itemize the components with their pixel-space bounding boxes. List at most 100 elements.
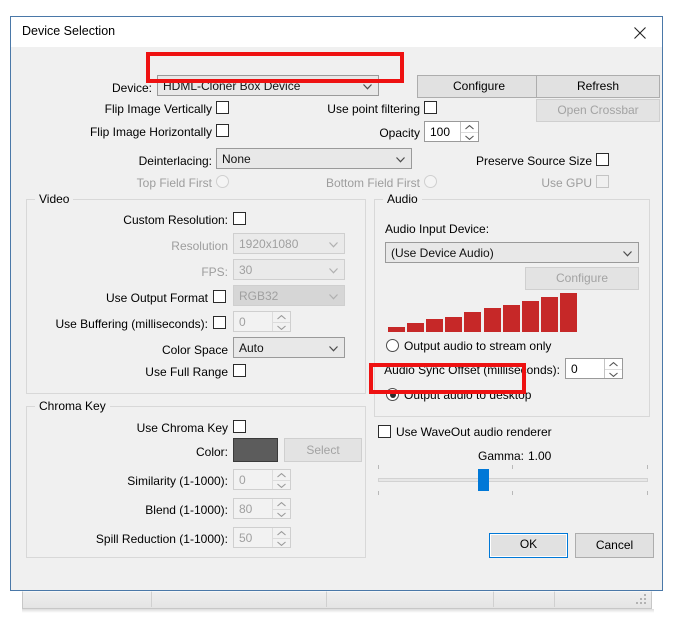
- gamma-slider-thumb[interactable]: [478, 469, 489, 491]
- fps-combobox[interactable]: 30: [233, 259, 345, 280]
- fps-value: 30: [239, 263, 253, 277]
- custom-resolution-checkbox[interactable]: [233, 212, 246, 225]
- audio-input-device-combobox[interactable]: (Use Device Audio): [385, 242, 639, 263]
- bottom-field-first-label: Bottom Field First: [325, 176, 420, 190]
- caret-down-icon: [277, 483, 286, 488]
- device-label: Device:: [111, 81, 152, 95]
- top-field-first-radio[interactable]: [216, 175, 229, 188]
- chevron-down-icon: [329, 268, 338, 274]
- blend-spinner-buttons[interactable]: [272, 499, 290, 518]
- flip-image-horizontally-label: Flip Image Horizontally: [89, 125, 212, 139]
- audio-meter-bar: [540, 297, 558, 332]
- audio-sync-offset-label: Audio Sync Offset (milliseconds):: [384, 363, 560, 377]
- chevron-down-icon: [329, 346, 338, 352]
- chroma-color-swatch[interactable]: [233, 438, 278, 462]
- spill-reduction-spinner[interactable]: 50: [233, 527, 291, 548]
- use-gpu-label: Use GPU: [541, 176, 592, 190]
- audio-input-device-value: (Use Device Audio): [391, 246, 494, 260]
- preserve-source-size-checkbox[interactable]: [596, 153, 609, 166]
- dialog-title-bar: Device Selection: [11, 17, 662, 47]
- ok-button[interactable]: OK: [489, 533, 568, 558]
- output-audio-stream-only-label: Output audio to stream only: [404, 339, 552, 353]
- blend-decrement-button[interactable]: [273, 509, 290, 519]
- buffering-spinner[interactable]: 0: [233, 311, 291, 332]
- audio-meter-bar: [502, 305, 520, 332]
- opacity-spinner-buttons[interactable]: [460, 122, 478, 141]
- similarity-decrement-button[interactable]: [273, 480, 290, 490]
- color-space-combobox[interactable]: Auto: [233, 337, 345, 358]
- cancel-button[interactable]: Cancel: [575, 533, 654, 558]
- configure-device-button[interactable]: Configure: [417, 75, 541, 98]
- flip-image-vertically-checkbox[interactable]: [216, 101, 229, 114]
- similarity-spinner[interactable]: 0: [233, 469, 291, 490]
- resolution-value: 1920x1080: [239, 237, 299, 251]
- flip-image-vertically-label: Flip Image Vertically: [104, 102, 212, 116]
- audio-meter-bar: [426, 319, 444, 332]
- refresh-devices-button[interactable]: Refresh: [536, 75, 660, 98]
- close-icon: [634, 27, 646, 39]
- output-format-value: RGB32: [239, 289, 279, 303]
- audio-sync-offset-value: 0: [571, 362, 578, 376]
- gamma-slider[interactable]: [378, 465, 648, 495]
- chevron-down-icon: [329, 242, 338, 248]
- chroma-color-label: Color:: [195, 445, 228, 459]
- audio-sync-offset-spinner[interactable]: 0: [565, 358, 623, 379]
- use-buffering-checkbox[interactable]: [213, 316, 226, 329]
- use-chroma-key-checkbox[interactable]: [233, 420, 246, 433]
- use-gpu-checkbox[interactable]: [596, 175, 609, 188]
- spill-reduction-value: 50: [239, 531, 253, 545]
- audio-configure-button[interactable]: Configure: [525, 267, 639, 290]
- similarity-spinner-buttons[interactable]: [272, 470, 290, 489]
- use-output-format-checkbox[interactable]: [213, 290, 226, 303]
- opacity-spinner[interactable]: 100: [424, 121, 479, 142]
- opacity-decrement-button[interactable]: [461, 132, 478, 142]
- audio-meter-bar: [559, 293, 577, 332]
- caret-down-icon: [465, 135, 474, 140]
- chroma-color-select-button[interactable]: Select: [284, 438, 362, 462]
- caret-up-icon: [277, 502, 286, 507]
- output-audio-stream-only-radio[interactable]: [386, 339, 399, 352]
- gamma-label: Gamma:: [478, 449, 525, 463]
- spill-reduction-decrement-button[interactable]: [273, 538, 290, 548]
- status-bar-separator: [493, 591, 494, 607]
- blend-spinner[interactable]: 80: [233, 498, 291, 519]
- device-combobox[interactable]: HDML-Cloner Box Device: [157, 75, 379, 96]
- output-format-combobox[interactable]: RGB32: [233, 285, 345, 306]
- deinterlacing-label: Deinterlacing:: [138, 154, 212, 168]
- use-waveout-renderer-checkbox[interactable]: [378, 425, 391, 438]
- application-status-bar: [22, 588, 652, 609]
- gamma-tick: [378, 491, 379, 495]
- audio-level-meter: [388, 289, 577, 332]
- deinterlacing-combobox[interactable]: None: [216, 148, 412, 169]
- opacity-value: 100: [430, 125, 451, 139]
- audio-input-device-label: Audio Input Device:: [385, 222, 490, 236]
- chroma-key-group-title: Chroma Key: [35, 399, 110, 413]
- audio-meter-bar: [483, 308, 501, 332]
- device-selection-dialog: Device Selection Device: HDML-Cloner Box…: [10, 16, 663, 591]
- use-full-range-checkbox[interactable]: [233, 364, 246, 377]
- resolution-combobox[interactable]: 1920x1080: [233, 233, 345, 254]
- use-point-filtering-checkbox[interactable]: [424, 101, 437, 114]
- buffering-spinner-buttons[interactable]: [272, 312, 290, 331]
- bottom-field-first-radio[interactable]: [424, 175, 437, 188]
- open-crossbar-button[interactable]: Open Crossbar: [536, 99, 660, 122]
- gamma-tick: [512, 465, 513, 469]
- buffering-value: 0: [239, 315, 246, 329]
- spill-reduction-label: Spill Reduction (1-1000):: [95, 532, 228, 546]
- gamma-tick: [647, 465, 648, 469]
- caret-up-icon: [465, 125, 474, 130]
- flip-image-horizontally-checkbox[interactable]: [216, 124, 229, 137]
- use-full-range-label: Use Full Range: [145, 365, 228, 379]
- gamma-tick: [512, 491, 513, 495]
- audio-sync-offset-spinner-buttons[interactable]: [604, 359, 622, 378]
- output-audio-desktop-radio[interactable]: [386, 388, 399, 401]
- chevron-down-icon: [623, 251, 632, 257]
- spill-reduction-spinner-buttons[interactable]: [272, 528, 290, 547]
- audio-meter-bar: [521, 301, 539, 332]
- window-resize-grip[interactable]: [636, 594, 648, 606]
- gamma-slider-track[interactable]: [378, 478, 648, 482]
- close-window-button[interactable]: [618, 17, 662, 46]
- audio-sync-offset-decrement-button[interactable]: [605, 369, 622, 379]
- window-shadow: [22, 609, 654, 613]
- buffering-decrement-button[interactable]: [273, 322, 290, 332]
